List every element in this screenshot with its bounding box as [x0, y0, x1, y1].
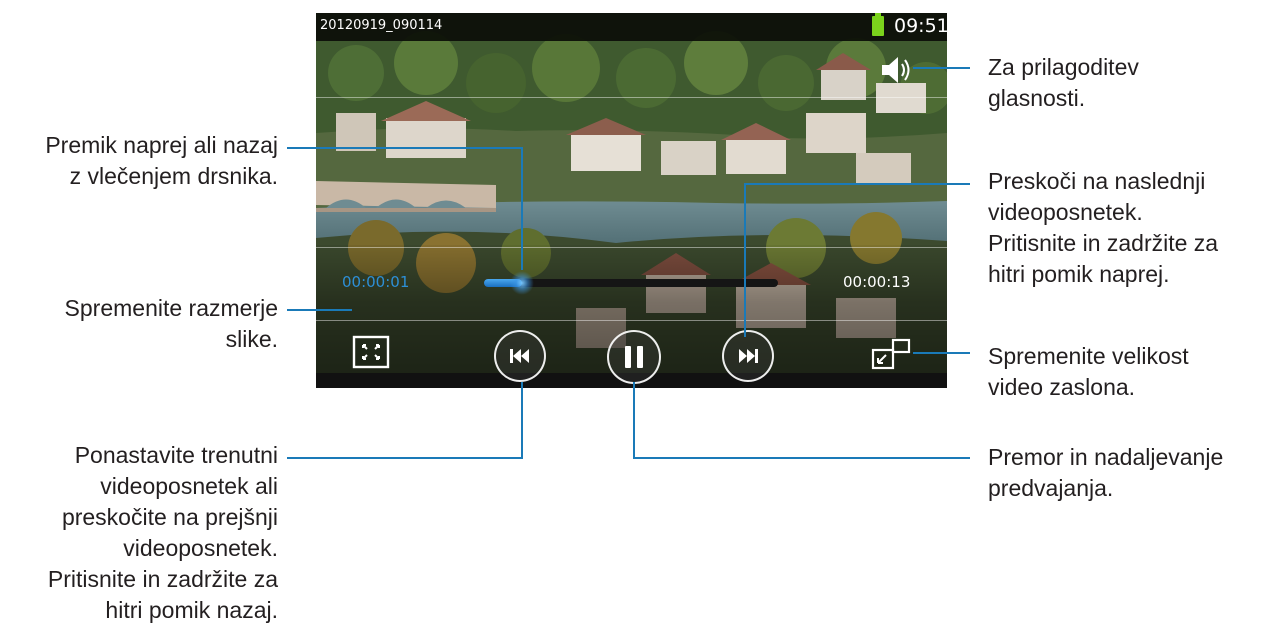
- callout-next: Preskoči na naslednji videoposnetek. Pri…: [988, 168, 1219, 287]
- callout-aspect-ratio: Spremenite razmerje slike.: [64, 295, 278, 352]
- callout-resize: Spremenite velikost video zaslona.: [988, 343, 1189, 400]
- callout-seek: Premik naprej ali nazaj z vlečenjem drsn…: [45, 132, 278, 189]
- callout-pause: Premor in nadaljevanje predvajanja.: [988, 444, 1224, 501]
- callout-volume: Za prilagoditev glasnosti.: [988, 54, 1139, 111]
- callout-previous: Ponastavite trenutni videoposnetek ali p…: [47, 442, 278, 623]
